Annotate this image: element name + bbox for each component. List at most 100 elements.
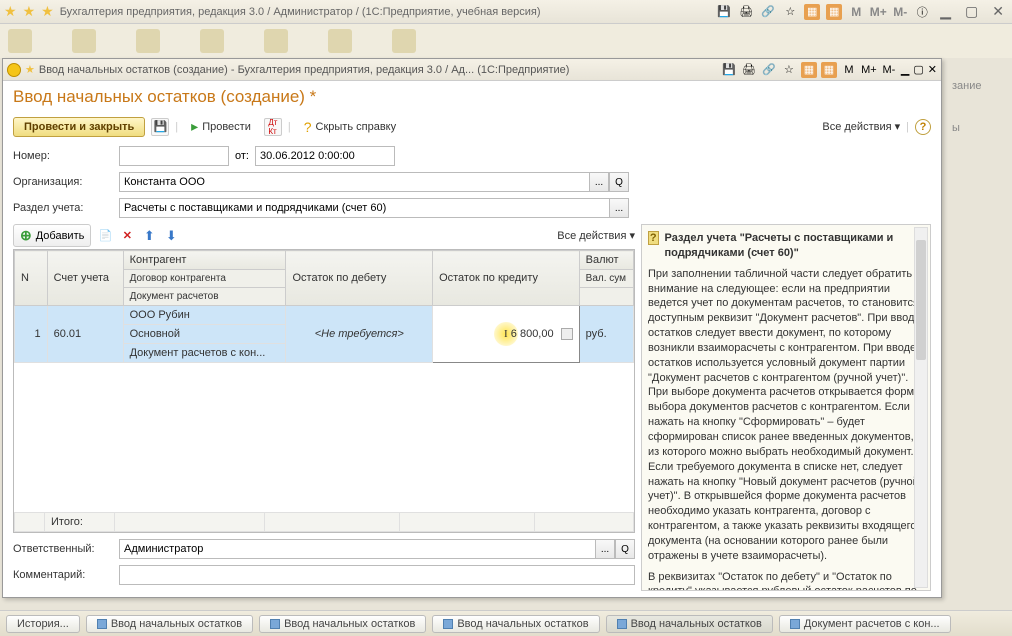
calculator-icon[interactable] xyxy=(561,328,573,340)
calendar-icon[interactable]: ▦ xyxy=(804,4,820,20)
save-icon[interactable]: 💾 xyxy=(721,62,737,78)
star-icon[interactable]: ★ xyxy=(25,63,35,76)
hide-help-button[interactable]: ?Скрыть справку xyxy=(297,116,403,138)
all-actions-button[interactable]: Все действия ▾ xyxy=(822,120,900,133)
table-row[interactable]: 1 60.01 ООО Рубин <Не требуется> I 6 800… xyxy=(15,306,634,325)
win-close[interactable]: ✕ xyxy=(928,63,937,76)
open-button[interactable]: Q xyxy=(609,172,629,192)
taskbar-item[interactable]: Ввод начальных остатков xyxy=(86,615,253,633)
history-button[interactable]: История... xyxy=(6,615,80,633)
text-cursor-icon: I xyxy=(504,328,508,340)
info-icon[interactable]: ⓘ xyxy=(914,4,930,20)
number-field[interactable] xyxy=(119,146,229,166)
delete-icon[interactable]: ✕ xyxy=(119,228,135,244)
close-button[interactable]: ✕ xyxy=(988,3,1008,20)
win-minimize[interactable]: ▁ xyxy=(901,63,909,76)
responsible-label: Ответственный: xyxy=(13,543,113,555)
data-grid[interactable]: N Счет учета Контрагент Остаток по дебет… xyxy=(13,249,635,533)
help-paragraph: В реквизитах "Остаток по дебету" и "Оста… xyxy=(648,570,924,591)
col-debit[interactable]: Остаток по дебету xyxy=(286,251,433,306)
print-icon[interactable]: 🖨 xyxy=(738,4,754,20)
col-cur-sum[interactable]: Вал. сум xyxy=(579,270,633,288)
dt-kt-icon[interactable]: ДтКт xyxy=(264,118,282,136)
select-button[interactable]: ... xyxy=(595,539,615,559)
ribbon-icon[interactable] xyxy=(328,29,352,53)
fav-icon[interactable]: ★ xyxy=(41,3,54,20)
cell-currency[interactable]: руб. xyxy=(579,306,633,363)
m-plus-button[interactable]: M+ xyxy=(861,62,877,78)
win-restore[interactable]: ▢ xyxy=(913,63,923,76)
m-button[interactable]: M xyxy=(848,4,864,20)
m-minus-button[interactable]: M- xyxy=(881,62,897,78)
add-button[interactable]: ⊕Добавить xyxy=(13,224,91,247)
ribbon-icon[interactable] xyxy=(8,29,32,53)
col-account[interactable]: Счет учета xyxy=(47,251,123,306)
col-counterparty[interactable]: Контрагент xyxy=(123,251,286,270)
cell-credit[interactable]: I 6 800,00 xyxy=(433,306,580,363)
col-currency[interactable]: Валют xyxy=(579,251,633,270)
org-field[interactable] xyxy=(119,172,589,192)
window-titlebar: ★ Ввод начальных остатков (создание) - Б… xyxy=(3,59,941,81)
cell-account[interactable]: 60.01 xyxy=(47,306,123,363)
taskbar-item[interactable]: Документ расчетов с кон... xyxy=(779,615,951,633)
save-icon[interactable]: 💾 xyxy=(716,4,732,20)
taskbar-item[interactable]: Ввод начальных остатков xyxy=(432,615,599,633)
app-title: Бухгалтерия предприятия, редакция 3.0 / … xyxy=(60,6,541,18)
ribbon-icon[interactable] xyxy=(264,29,288,53)
ribbon-icon[interactable] xyxy=(72,29,96,53)
select-button[interactable]: ... xyxy=(609,198,629,218)
move-up-icon[interactable]: ⬆ xyxy=(141,228,157,244)
m-minus-button[interactable]: M- xyxy=(892,4,908,20)
post-button[interactable]: ▸Провести xyxy=(184,115,258,138)
select-button[interactable]: ... xyxy=(589,172,609,192)
nav-back-icon[interactable]: ★ xyxy=(4,3,17,20)
calendar2-icon[interactable]: ▦ xyxy=(821,62,837,78)
col-n[interactable]: N xyxy=(15,251,48,306)
print-icon[interactable]: 🖨 xyxy=(741,62,757,78)
responsible-field[interactable] xyxy=(119,539,595,559)
question-icon: ? xyxy=(304,119,312,135)
cell-doc[interactable]: Документ расчетов с кон... xyxy=(123,344,286,363)
ribbon-icon[interactable] xyxy=(136,29,160,53)
scrollbar[interactable] xyxy=(914,227,928,588)
minimize-button[interactable]: ▁ xyxy=(936,3,955,20)
section-field[interactable] xyxy=(119,198,609,218)
grid-toolbar: ⊕Добавить 📄 ✕ ⬆ ⬇ Все действия ▾ xyxy=(13,224,635,247)
grid-all-actions[interactable]: Все действия ▾ xyxy=(557,229,635,242)
copy-icon[interactable]: 📄 xyxy=(97,228,113,244)
ribbon-icon[interactable] xyxy=(392,29,416,53)
star-icon[interactable]: ☆ xyxy=(781,62,797,78)
help-icon[interactable]: ? xyxy=(915,119,931,135)
maximize-button[interactable]: ▢ xyxy=(961,3,982,20)
star-icon[interactable]: ☆ xyxy=(782,4,798,20)
open-button[interactable]: Q xyxy=(615,539,635,559)
save-icon[interactable]: 💾 xyxy=(151,118,169,136)
cell-contract[interactable]: Основной xyxy=(123,325,286,344)
cell-debit[interactable]: <Не требуется> xyxy=(286,306,433,363)
move-down-icon[interactable]: ⬇ xyxy=(163,228,179,244)
ribbon-icon[interactable] xyxy=(200,29,224,53)
date-field[interactable] xyxy=(255,146,395,166)
calendar2-icon[interactable]: ▦ xyxy=(826,4,842,20)
section-label: Раздел учета: xyxy=(13,202,113,214)
cell-counterparty[interactable]: ООО Рубин xyxy=(123,306,286,325)
col-contract[interactable]: Договор контрагента xyxy=(123,270,286,288)
col-doc[interactable]: Документ расчетов xyxy=(123,288,286,306)
help-panel: ? Раздел учета "Расчеты с поставщиками и… xyxy=(641,224,931,591)
section-row: Раздел учета: ... xyxy=(13,198,931,218)
play-icon: ▸ xyxy=(191,118,198,135)
comment-field[interactable] xyxy=(119,565,635,585)
post-and-close-button[interactable]: Провести и закрыть xyxy=(13,117,145,137)
calendar-icon[interactable]: ▦ xyxy=(801,62,817,78)
taskbar-item[interactable]: Ввод начальных остатков xyxy=(259,615,426,633)
m-button[interactable]: M xyxy=(841,62,857,78)
taskbar-item[interactable]: Ввод начальных остатков xyxy=(606,615,773,633)
link-icon[interactable]: 🔗 xyxy=(761,62,777,78)
m-plus-button[interactable]: M+ xyxy=(870,4,886,20)
col-credit[interactable]: Остаток по кредиту xyxy=(433,251,580,306)
nav-fwd-icon[interactable]: ★ xyxy=(23,3,36,20)
link-icon[interactable]: 🔗 xyxy=(760,4,776,20)
org-row: Организация: ... Q xyxy=(13,172,931,192)
window-icon xyxy=(270,619,280,629)
scrollbar-thumb[interactable] xyxy=(916,240,926,360)
